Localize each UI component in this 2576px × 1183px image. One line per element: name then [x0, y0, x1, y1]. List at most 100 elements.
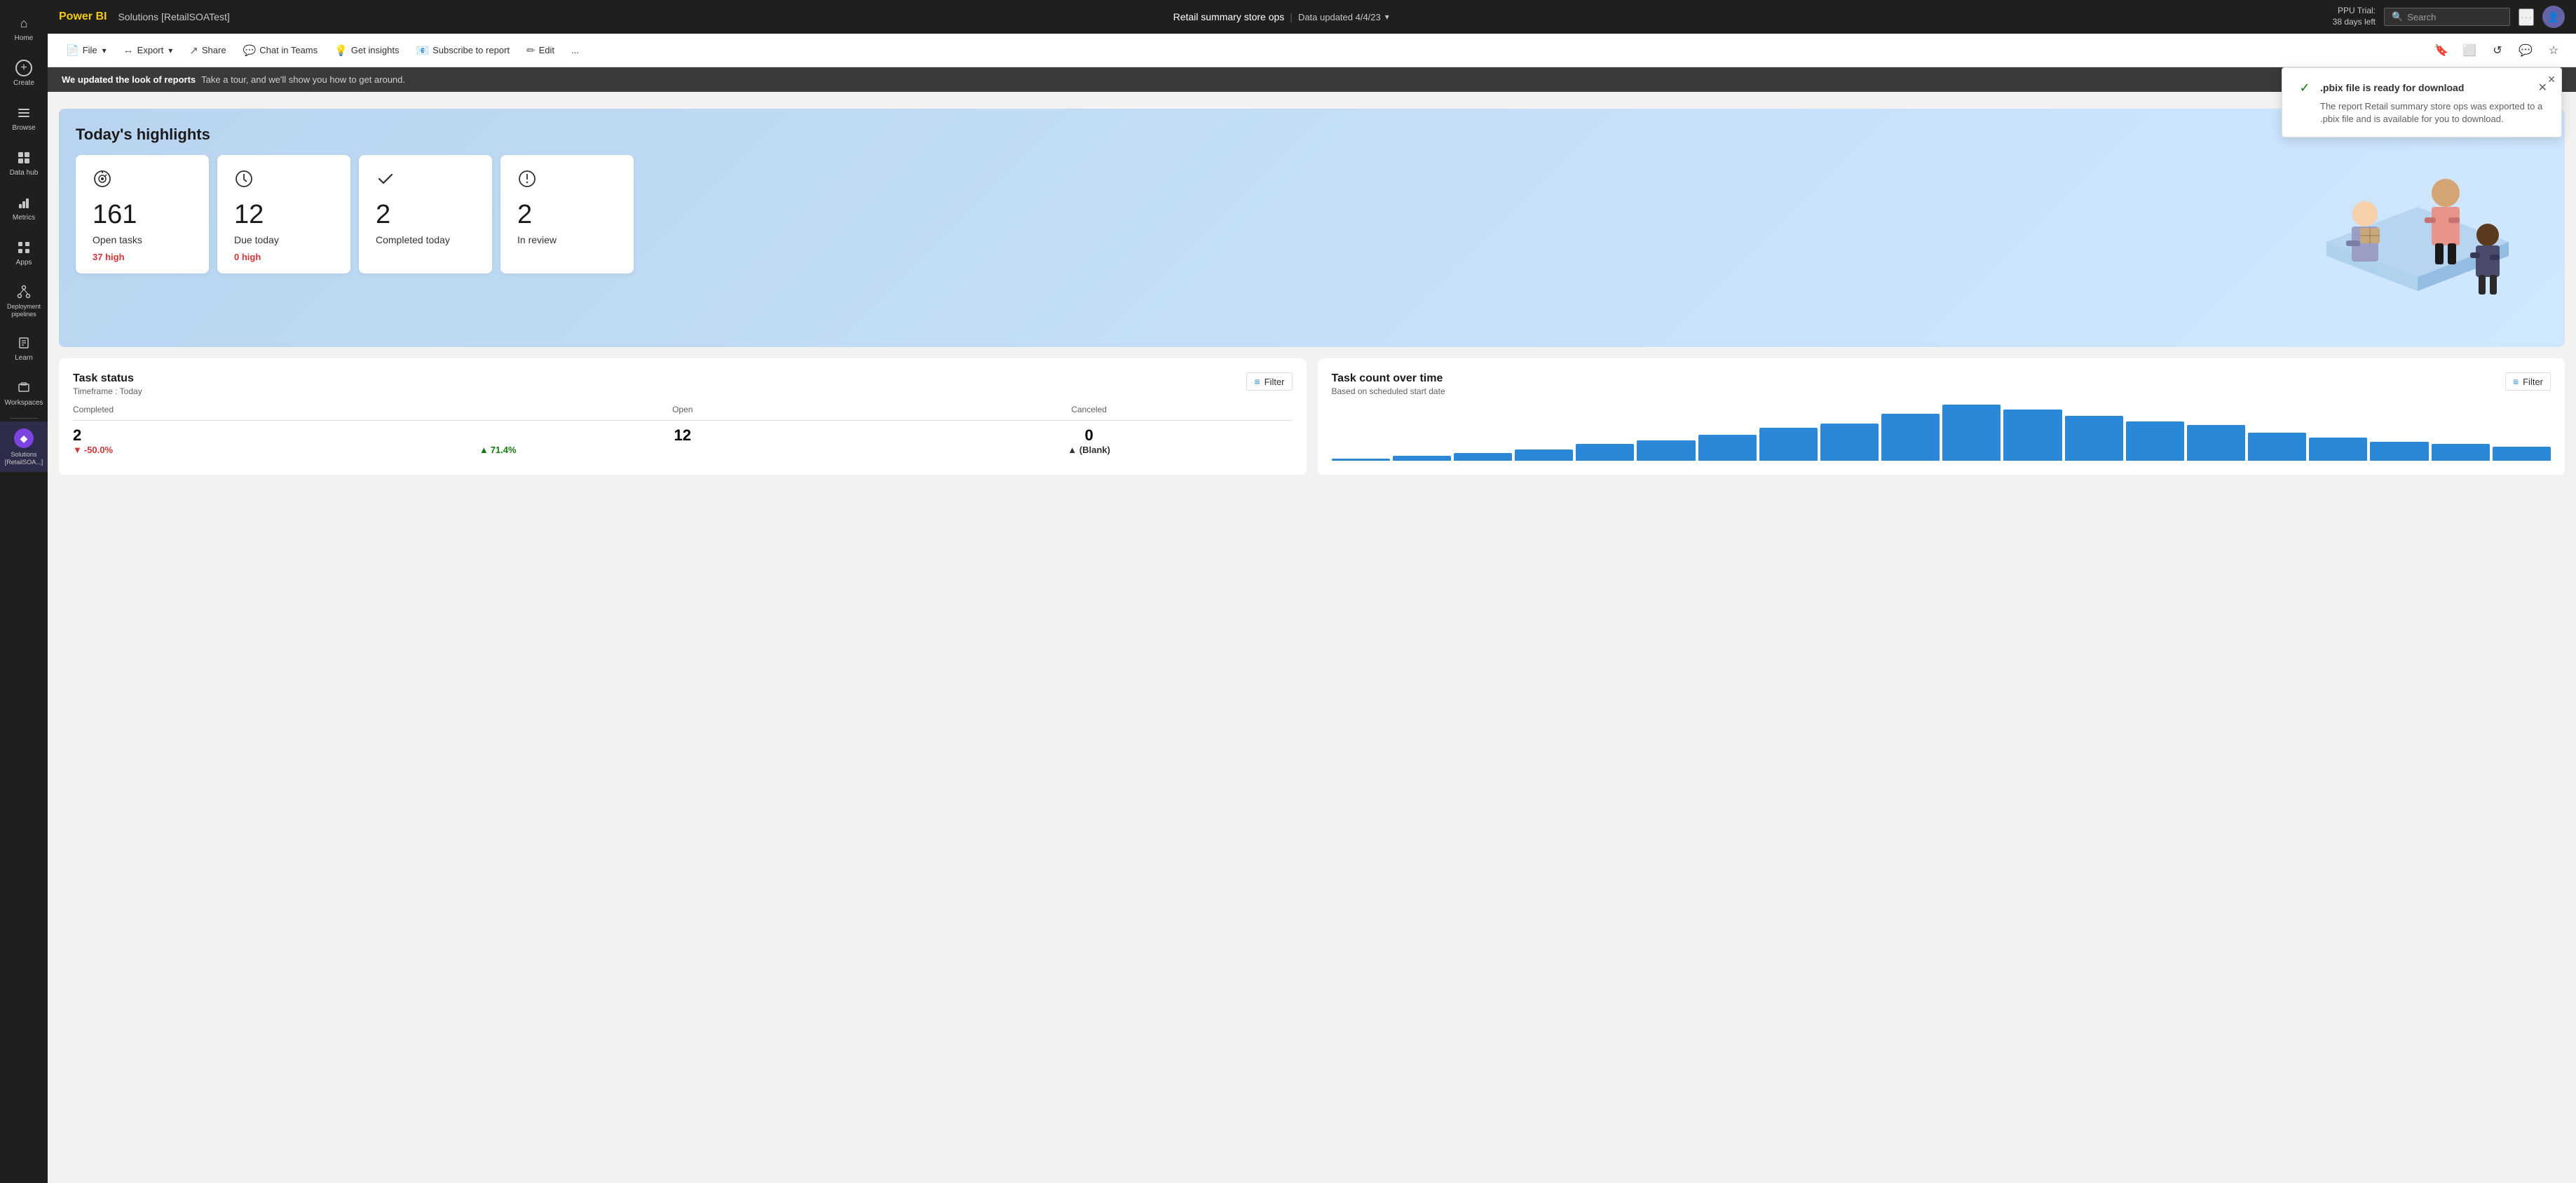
task-count-filter-label: Filter	[2523, 377, 2543, 387]
chart-bar	[2065, 416, 2123, 461]
fit-button[interactable]: ⬜	[2458, 39, 2481, 62]
subscribe-label: Subscribe to report	[432, 45, 510, 55]
home-icon: ⌂	[15, 15, 32, 32]
sidebar-item-deployment[interactable]: Deploymentpipelines	[0, 275, 48, 325]
task-data-row: 2 ▼ -50.0% 12 ▲ 71.4%	[73, 420, 1293, 461]
export-chevron: ▾	[168, 46, 172, 55]
more-button[interactable]: ...	[564, 42, 586, 58]
toast-secondary-close[interactable]: ✕	[2547, 74, 2556, 86]
topbar-right: PPU Trial: 38 days left 🔍 Search ··· 👤	[2333, 6, 2565, 28]
file-icon: 📄	[66, 44, 79, 57]
favorite-button[interactable]: ☆	[2542, 39, 2565, 62]
sidebar-item-solutions[interactable]: ◆ Solutions[RetailSOA...]	[0, 421, 48, 472]
chat-label: Chat in Teams	[259, 45, 318, 55]
last-updated: Last updated 4/4/2023 12:30:05 PM UTC	[48, 92, 2576, 109]
edit-icon: ✏	[526, 44, 536, 57]
create-icon: +	[15, 60, 32, 76]
sidebar-item-create[interactable]: + Create	[0, 50, 48, 95]
share-button[interactable]: ↗ Share	[182, 41, 233, 60]
sidebar-browse-label: Browse	[12, 124, 35, 133]
edit-button[interactable]: ✏ Edit	[519, 41, 561, 60]
refresh-button[interactable]: ↺	[2486, 39, 2509, 62]
sidebar-home-label: Home	[15, 34, 34, 43]
share-label: Share	[202, 45, 226, 55]
in-review-card: 2 In review	[500, 155, 634, 273]
chart-bar	[2248, 433, 2306, 461]
completed-value: 2 ▼ -50.0%	[73, 426, 479, 455]
chart-bar	[1637, 440, 1695, 461]
metrics-icon	[15, 194, 32, 211]
task-status-filter-label: Filter	[1265, 377, 1285, 387]
sidebar-item-metrics[interactable]: Metrics	[0, 185, 48, 230]
task-status-titles: Task status Timeframe : Today	[73, 372, 142, 396]
highlights-section: Today's highlights 161 Open tas	[59, 109, 2565, 347]
highlights-cards: 161 Open tasks 37 high 12 Due today	[76, 155, 2548, 273]
sidebar-divider	[10, 418, 38, 419]
sidebar-item-workspaces[interactable]: Workspaces	[0, 370, 48, 415]
bottom-panels: Task status Timeframe : Today ≡ Filter C…	[59, 358, 2565, 475]
completed-today-card: 2 Completed today	[359, 155, 492, 273]
sidebar-item-learn[interactable]: Learn	[0, 325, 48, 370]
topbar-more-button[interactable]: ···	[2519, 8, 2534, 26]
chart-bar	[1454, 453, 1512, 461]
export-button[interactable]: ↔ Export ▾	[116, 41, 180, 59]
open-tasks-number: 161	[93, 201, 192, 228]
comments-button[interactable]: 💬	[2514, 39, 2537, 62]
col-open-header: Open	[479, 405, 886, 414]
data-updated: Data updated 4/4/23 ▾	[1298, 12, 1389, 22]
chart-bar	[1515, 449, 1573, 461]
chart-bar	[1759, 428, 1818, 461]
task-count-filter-button[interactable]: ≡ Filter	[2505, 372, 2551, 391]
topbar-center: Retail summary store ops | Data updated …	[238, 11, 2324, 22]
powerbi-logo: Power BI	[59, 11, 107, 23]
toast-header: ✓ .pbix file is ready for download ✕	[2296, 79, 2547, 96]
task-count-subtitle: Based on scheduled start date	[1332, 386, 1445, 396]
sidebar: ⌂ Home + Create Browse Data hub	[0, 0, 48, 1183]
canceled-badge: ▲ (Blank)	[886, 445, 1293, 455]
in-review-icon	[517, 169, 617, 193]
chart-bar	[1576, 444, 1634, 461]
sidebar-learn-label: Learn	[15, 354, 33, 363]
task-status-filter-button[interactable]: ≡ Filter	[1246, 372, 1292, 391]
due-today-icon	[234, 169, 334, 193]
topbar: Power BI Power BI Solutions [RetailSOATe…	[48, 0, 2576, 34]
due-today-sub: 0 high	[234, 252, 334, 262]
completed-badge: ▼ -50.0%	[73, 445, 479, 455]
avatar[interactable]: 👤	[2542, 6, 2565, 28]
sidebar-item-apps[interactable]: Apps	[0, 230, 48, 275]
completed-today-number: 2	[376, 201, 475, 228]
chart-bar	[2126, 421, 2184, 461]
sidebar-create-label: Create	[13, 79, 34, 88]
completed-today-icon	[376, 169, 475, 193]
share-icon: ↗	[189, 44, 198, 57]
open-tasks-card: 161 Open tasks 37 high	[76, 155, 209, 273]
notification-banner: We updated the look of reports Take a to…	[48, 67, 2576, 92]
bookmark-button[interactable]: 🔖	[2430, 39, 2453, 62]
chart-bar	[2370, 442, 2428, 461]
in-review-label: In review	[517, 234, 617, 246]
insights-button[interactable]: 💡 Get insights	[327, 41, 406, 60]
chat-button[interactable]: 💬 Chat in Teams	[236, 41, 325, 60]
chart-area	[1332, 405, 2551, 461]
chart-bar	[1698, 435, 1757, 461]
sidebar-datahub-label: Data hub	[10, 169, 39, 177]
search-box[interactable]: 🔍 Search	[2384, 8, 2510, 26]
sidebar-item-browse[interactable]: Browse	[0, 95, 48, 140]
deployment-icon	[15, 283, 32, 300]
filter-icon: ≡	[1254, 376, 1260, 387]
file-button[interactable]: 📄 File ▾	[59, 41, 114, 60]
sidebar-item-home[interactable]: ⌂ Home	[0, 6, 48, 50]
toast-notification: ✓ .pbix file is ready for download ✕ The…	[2282, 67, 2562, 137]
data-updated-chevron[interactable]: ▾	[1385, 12, 1389, 22]
sidebar-item-datahub[interactable]: Data hub	[0, 140, 48, 185]
subscribe-button[interactable]: 📧 Subscribe to report	[409, 41, 517, 60]
task-count-titles: Task count over time Based on scheduled …	[1332, 372, 1445, 396]
toast-body: The report Retail summary store ops was …	[2296, 100, 2547, 126]
chart-bar	[2309, 438, 2367, 461]
task-count-filter-icon: ≡	[2513, 376, 2519, 387]
export-label: Export	[137, 45, 164, 55]
insights-label: Get insights	[351, 45, 400, 55]
toast-close-button[interactable]: ✕	[2538, 81, 2547, 95]
report-area: Last updated 4/4/2023 12:30:05 PM UTC To…	[48, 92, 2576, 1183]
chart-bar	[2493, 447, 2551, 461]
